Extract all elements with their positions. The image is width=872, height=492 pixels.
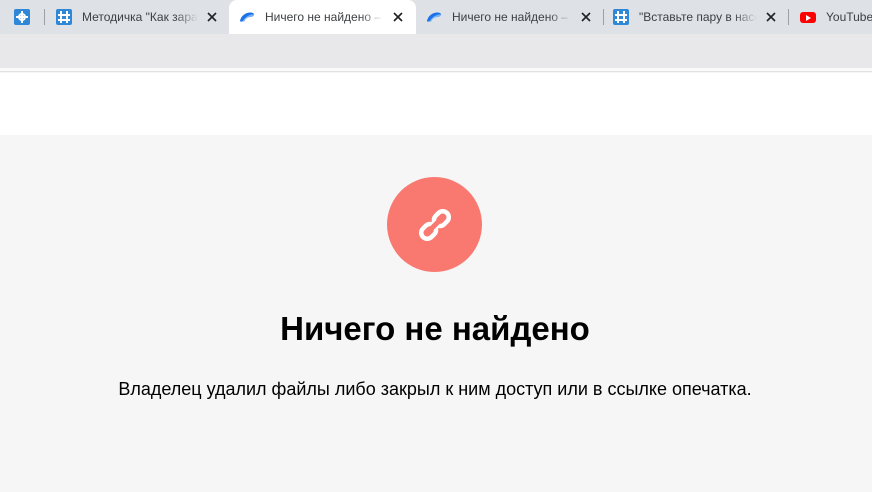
tab-title: Ничего не найдено – Яндекс.Диск: [452, 10, 572, 24]
close-tab-icon[interactable]: [578, 9, 594, 25]
youtube-icon: [800, 9, 816, 25]
tab-youtube[interactable]: YouTube: [792, 0, 872, 34]
tab-pinned[interactable]: [8, 0, 44, 34]
grid-favicon-icon: [56, 9, 72, 25]
grid-favicon-icon: [14, 9, 30, 25]
tab-active-yandex-disk[interactable]: Ничего не найдено – Яндекс.Диск: [229, 0, 416, 34]
tab-separator: [603, 9, 604, 25]
tab-metodichka[interactable]: Методичка "Как заработать": [48, 0, 228, 34]
tab-separator: [44, 9, 45, 25]
tab-title: Ничего не найдено – Яндекс.Диск: [265, 10, 384, 24]
grid-favicon-icon: [613, 9, 629, 25]
tab-vstavte-paru[interactable]: "Вставьте пару в насос": [605, 0, 787, 34]
yandex-disk-icon: [426, 9, 442, 25]
broken-link-icon: [387, 177, 482, 272]
browser-toolbar: [0, 34, 872, 68]
error-message: Владелец удалил файлы либо закрыл к ним …: [118, 379, 752, 399]
tab-title: Методичка "Как заработать": [82, 10, 198, 24]
yandex-disk-icon: [239, 9, 255, 25]
close-tab-icon[interactable]: [204, 9, 220, 25]
close-tab-icon[interactable]: [763, 9, 779, 25]
tab-yandex-disk-2[interactable]: Ничего не найдено – Яндекс.Диск: [418, 0, 602, 34]
close-tab-icon[interactable]: [390, 9, 406, 25]
page-title: Ничего не найдено: [280, 310, 590, 347]
tab-separator: [788, 9, 789, 25]
page-header: [0, 73, 872, 135]
toolbar-divider: [0, 68, 872, 72]
tab-title: "Вставьте пару в насос": [639, 10, 757, 24]
tab-strip: Методичка "Как заработать" Ничего не най…: [0, 0, 872, 34]
tab-title: YouTube: [826, 10, 872, 24]
